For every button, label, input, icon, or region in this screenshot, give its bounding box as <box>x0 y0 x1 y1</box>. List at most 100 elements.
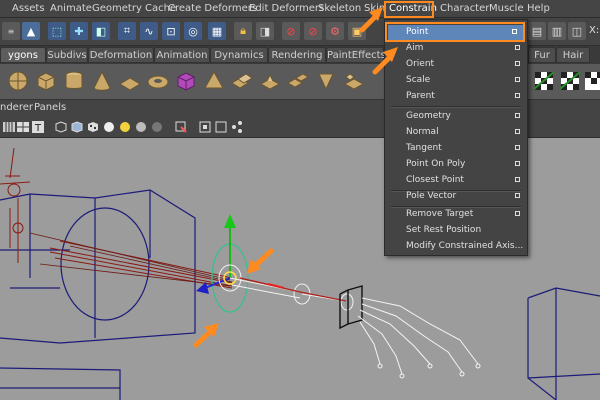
menu-item-pole-vector-label: Pole Vector <box>406 191 457 201</box>
arm-joint-chain <box>218 264 354 311</box>
select-hierarchy-icon[interactable]: ⬚ <box>48 22 66 40</box>
option-box-icon[interactable] <box>515 45 520 50</box>
textured-icon[interactable] <box>86 120 100 134</box>
option-box-icon[interactable] <box>515 145 520 150</box>
menu-item-closest-point-label: Closest Point <box>406 175 464 185</box>
sidebar-toggle-icon[interactable]: ▤ <box>528 22 546 40</box>
menu-item-geometry[interactable]: Geometry <box>385 109 527 124</box>
checker-uv-3-icon[interactable] <box>582 69 600 93</box>
menu-edit-deformers[interactable]: Edit Deformers <box>249 3 324 14</box>
isolate-select-icon[interactable] <box>174 120 188 134</box>
menu-assets[interactable]: Assets <box>12 3 45 14</box>
poly-append-icon[interactable] <box>342 69 366 93</box>
menu-item-parent[interactable]: Parent <box>385 89 527 104</box>
menu-item-set-rest-position-label: Set Rest Position <box>406 225 482 235</box>
xray-share-icon[interactable] <box>230 120 244 134</box>
menu-item-set-rest-position[interactable]: Set Rest Position <box>385 223 527 238</box>
menu-item-closest-point[interactable]: Closest Point <box>385 173 527 188</box>
snap-point-icon[interactable]: ⊡ <box>162 22 180 40</box>
lighting-icon[interactable] <box>102 120 116 134</box>
tab-subdivs[interactable]: Subdivs <box>46 47 88 63</box>
menu-item-remove-target-label: Remove Target <box>406 209 474 219</box>
option-box-icon[interactable] <box>515 211 520 216</box>
tab-dynamics[interactable]: Dynamics <box>210 47 268 63</box>
poly-sphere-icon[interactable] <box>6 69 30 93</box>
menu-item-orient[interactable]: Orient <box>385 57 527 72</box>
select-icon[interactable]: ▲ <box>22 22 40 40</box>
poly-bridge-icon[interactable] <box>286 69 310 93</box>
all-lights-icon[interactable] <box>134 120 148 134</box>
menu-item-aim[interactable]: Aim <box>385 41 527 56</box>
locator-move-manipulator <box>196 214 249 313</box>
select-component-icon[interactable]: ◧ <box>92 22 110 40</box>
menu-skeleton[interactable]: Skeleton <box>318 3 361 14</box>
menu-set-icon[interactable]: ≡ <box>2 22 20 40</box>
menu-character[interactable]: Character <box>440 3 489 14</box>
smooth-shade-icon[interactable] <box>70 120 84 134</box>
panel-menu-panels[interactable]: Panels <box>34 102 66 113</box>
menu-item-scale[interactable]: Scale <box>385 73 527 88</box>
poly-cylinder-icon[interactable] <box>62 69 86 93</box>
menu-item-pole-vector[interactable]: Pole Vector <box>385 189 527 204</box>
menu-item-tangent[interactable]: Tangent <box>385 141 527 156</box>
panel-menu-renderer[interactable]: nderer <box>0 102 33 113</box>
tab-animation[interactable]: Animation <box>154 47 210 63</box>
wireframe-grid-icon[interactable] <box>2 120 16 134</box>
render-frame-icon[interactable]: ⊘ <box>282 22 300 40</box>
history-icon[interactable]: ◨ <box>256 22 274 40</box>
checker-uv-icon[interactable] <box>532 69 556 93</box>
select-object-icon[interactable]: ✚ <box>70 22 88 40</box>
tab-hair[interactable]: Hair <box>556 47 590 63</box>
option-box-icon[interactable] <box>515 161 520 166</box>
option-box-icon[interactable] <box>515 193 520 198</box>
shadows-icon[interactable] <box>150 120 164 134</box>
tab-fur[interactable]: Fur <box>528 47 556 63</box>
tab-deformation[interactable]: Deformation <box>88 47 154 63</box>
grid-icon[interactable] <box>16 120 30 134</box>
poly-cube-icon[interactable] <box>34 69 58 93</box>
menu-geometry-cache[interactable]: Geometry Cache <box>92 3 176 14</box>
option-box-icon[interactable] <box>515 61 520 66</box>
poly-pyramid-icon[interactable] <box>202 69 226 93</box>
checker-uv-2-icon[interactable] <box>558 69 582 93</box>
text-icon[interactable]: T <box>31 120 45 134</box>
xray-joints-icon[interactable] <box>214 120 228 134</box>
poly-plane-icon[interactable] <box>118 69 142 93</box>
channel-box-icon[interactable]: ▥ <box>548 22 566 40</box>
poly-cube-purple-icon[interactable] <box>174 69 198 93</box>
default-light-icon[interactable] <box>118 120 132 134</box>
menu-item-remove-target[interactable]: Remove Target <box>385 207 527 222</box>
option-box-icon[interactable] <box>515 113 520 118</box>
tab-polygons[interactable]: ygons <box>0 47 46 63</box>
menu-animate[interactable]: Animate <box>50 3 92 14</box>
poly-torus-icon[interactable] <box>146 69 170 93</box>
poly-cone-icon[interactable] <box>90 69 114 93</box>
tab-rendering[interactable]: Rendering <box>268 47 326 63</box>
coord-x-label: X: <box>589 25 600 36</box>
menu-item-modify-constrained-axis[interactable]: Modify Constrained Axis... <box>385 239 527 254</box>
snap-grid-icon[interactable]: ⌗ <box>118 22 136 40</box>
poly-prism-icon[interactable] <box>314 69 338 93</box>
menu-help[interactable]: Help <box>527 3 550 14</box>
poly-combine-icon[interactable] <box>230 69 254 93</box>
menu-create-deformers[interactable]: Create Deformers <box>168 3 257 14</box>
lock-icon[interactable]: 🔒︎ <box>234 22 252 40</box>
poly-extrude-icon[interactable] <box>258 69 282 93</box>
option-box-icon[interactable] <box>515 177 520 182</box>
option-box-icon[interactable] <box>515 77 520 82</box>
snap-surface-icon[interactable]: ▦ <box>208 22 226 40</box>
ipr-render-icon[interactable]: ⊘ <box>304 22 322 40</box>
menu-item-point-on-poly[interactable]: Point On Poly <box>385 157 527 172</box>
hand-fingers <box>357 297 481 379</box>
menu-item-normal-label: Normal <box>406 127 439 137</box>
tool-settings-icon[interactable]: ◫ <box>568 22 586 40</box>
snap-view-icon[interactable]: ◎ <box>184 22 202 40</box>
render-settings-icon[interactable]: ⚙ <box>326 22 344 40</box>
wireframe-cube-icon[interactable] <box>54 120 68 134</box>
option-box-icon[interactable] <box>515 93 520 98</box>
xray-icon[interactable] <box>198 120 212 134</box>
menu-item-normal[interactable]: Normal <box>385 125 527 140</box>
option-box-icon[interactable] <box>515 129 520 134</box>
snap-curve-icon[interactable]: ∿ <box>140 22 158 40</box>
menu-muscle[interactable]: Muscle <box>489 3 524 14</box>
